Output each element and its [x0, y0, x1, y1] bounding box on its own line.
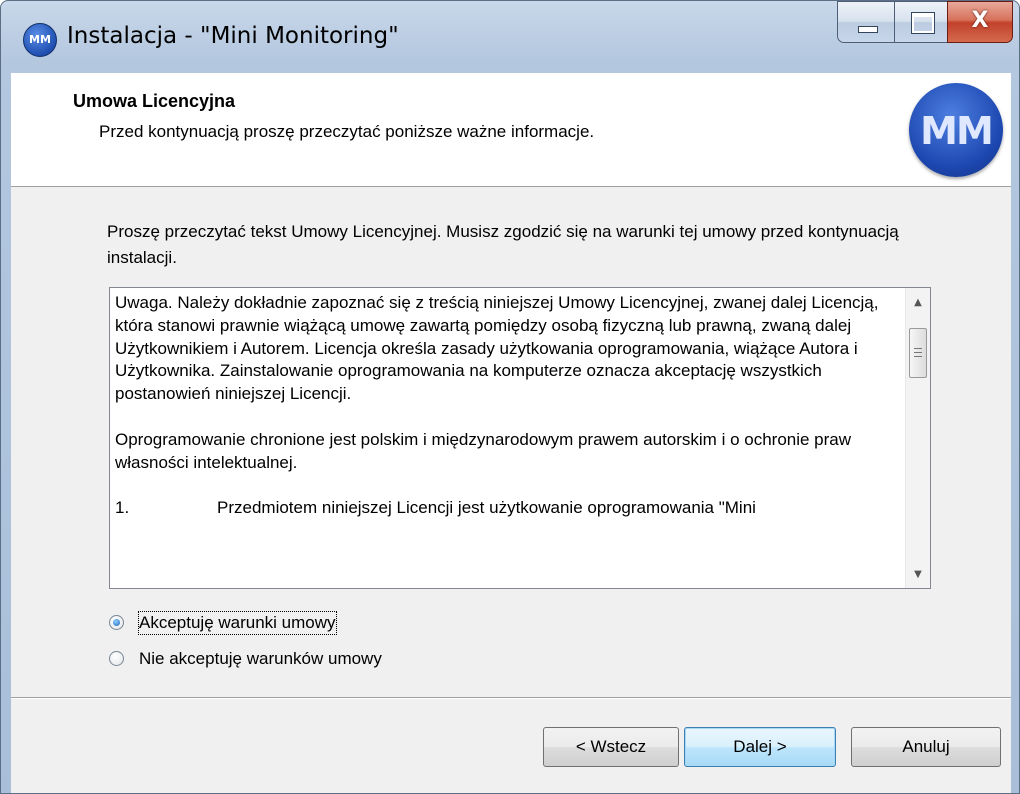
maximize-icon: [912, 13, 934, 33]
installer-window: MM Instalacja - "Mini Monitoring" X Umow…: [0, 0, 1020, 794]
close-icon: X: [971, 8, 989, 33]
wizard-header: Umowa Licencyjna Przed kontynuacją prosz…: [11, 73, 1011, 187]
accept-radio[interactable]: [109, 615, 124, 630]
vertical-scrollbar[interactable]: ▲ ▼: [905, 288, 930, 588]
license-item: 1. Przedmiotem niniejszej Licencji jest u…: [115, 497, 897, 520]
license-text[interactable]: Uwaga. Należy dokładnie zapoznać się z t…: [115, 292, 897, 520]
license-paragraph: Oprogramowanie chronione jest polskim i …: [115, 429, 852, 472]
scroll-up-icon[interactable]: ▲: [906, 292, 930, 314]
grip-icon: [914, 348, 922, 349]
minimize-icon: [858, 26, 878, 33]
grip-icon: [914, 352, 922, 353]
instructions-text: Proszę przeczytać tekst Umowy Licencyjne…: [107, 222, 899, 267]
title-bar[interactable]: MM Instalacja - "Mini Monitoring" X: [1, 1, 1019, 73]
next-button[interactable]: Dalej >: [684, 727, 836, 767]
scrollbar-thumb[interactable]: [909, 328, 927, 378]
wizard-body: Umowa Licencyjna Przed kontynuacją prosz…: [11, 73, 1011, 793]
grip-icon: [914, 356, 922, 357]
back-button[interactable]: < Wstecz: [543, 727, 679, 767]
cancel-button[interactable]: Anuluj: [851, 727, 1001, 767]
footer-divider: [11, 697, 1011, 699]
decline-label[interactable]: Nie akceptuję warunków umowy: [139, 648, 382, 670]
scroll-down-icon[interactable]: ▼: [906, 564, 930, 586]
license-item-text: Przedmiotem niniejszej Licencji jest uży…: [217, 498, 756, 518]
page-title: Umowa Licencyjna: [73, 91, 236, 111]
logo-text: MM: [920, 109, 994, 153]
accept-label[interactable]: Akceptuję warunki umowy: [138, 611, 337, 635]
page-subtitle: Przed kontynuacją proszę przeczytać poni…: [99, 122, 595, 141]
license-item-number: 1.: [115, 498, 130, 518]
window-title: Instalacja - "Mini Monitoring": [67, 23, 399, 49]
decline-radio[interactable]: [109, 651, 124, 666]
mm-logo: MM: [909, 83, 1003, 177]
minimize-button[interactable]: [837, 1, 895, 43]
app-icon[interactable]: MM: [23, 23, 57, 57]
maximize-button[interactable]: [894, 1, 948, 43]
license-paragraph: Uwaga. Należy dokładnie zapoznać się z t…: [115, 293, 879, 404]
license-text-box[interactable]: Uwaga. Należy dokładnie zapoznać się z t…: [109, 287, 931, 589]
close-button[interactable]: X: [947, 1, 1013, 43]
